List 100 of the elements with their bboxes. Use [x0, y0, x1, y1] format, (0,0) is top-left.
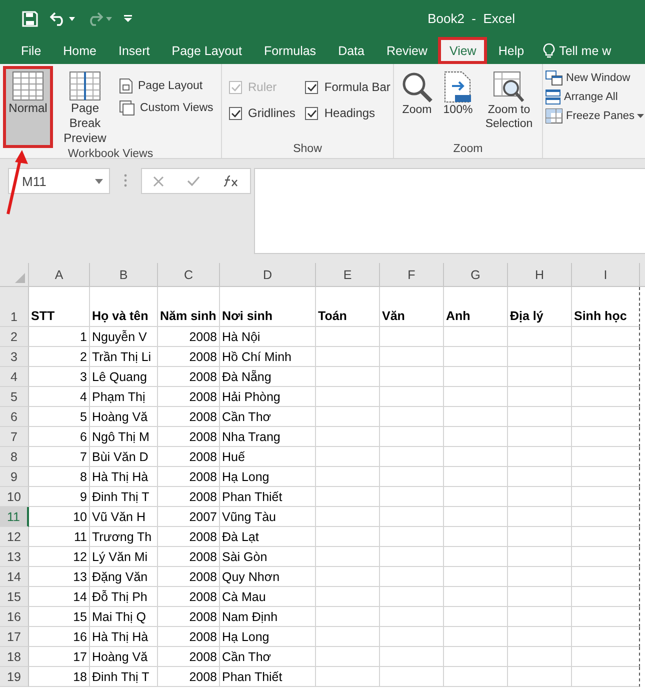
table-cell[interactable] [572, 487, 640, 507]
ribbon-button[interactable]: Page Break Preview [55, 66, 115, 148]
row-header[interactable]: 6 [0, 407, 29, 427]
table-cell[interactable]: Lê Quang [90, 367, 158, 387]
table-cell[interactable]: 2008 [158, 647, 220, 667]
table-cell[interactable]: Hải Phòng [220, 387, 316, 407]
table-cell[interactable]: 2008 [158, 587, 220, 607]
ribbon-tab[interactable]: Data [327, 37, 376, 64]
row-header[interactable]: 17 [0, 627, 29, 647]
table-cell[interactable]: 2008 [158, 627, 220, 647]
table-cell[interactable]: 2008 [158, 467, 220, 487]
row-header[interactable]: 12 [0, 527, 29, 547]
table-cell[interactable]: Hà Thị Hà [90, 467, 158, 487]
table-cell[interactable]: 15 [29, 607, 90, 627]
row-header[interactable]: 15 [0, 587, 29, 607]
ribbon-button[interactable]: Arrange All [545, 89, 644, 105]
ribbon-button[interactable]: Normal [3, 66, 53, 148]
row-header[interactable]: 2 [0, 327, 29, 347]
caret-icon[interactable] [95, 178, 103, 184]
table-cell[interactable]: Trần Thị Li [90, 347, 158, 367]
row-header[interactable]: 13 [0, 547, 29, 567]
column-header[interactable]: G [444, 263, 508, 286]
table-cell[interactable]: 11 [29, 527, 90, 547]
table-cell[interactable]: Hồ Chí Minh [220, 347, 316, 367]
ribbon-tab[interactable]: Home [52, 37, 108, 64]
cancel-icon[interactable] [153, 176, 164, 186]
column-header[interactable]: D [220, 263, 316, 286]
table-cell[interactable]: Đinh Thị T [90, 667, 158, 687]
table-cell[interactable]: 2008 [158, 447, 220, 467]
tell-me-field[interactable]: Tell me w [559, 44, 612, 58]
table-cell[interactable]: 18 [29, 667, 90, 687]
table-cell[interactable] [572, 547, 640, 567]
table-cell[interactable]: Cần Thơ [220, 647, 316, 667]
table-cell[interactable] [572, 587, 640, 607]
column-header[interactable]: C [158, 263, 220, 286]
row-header[interactable]: 3 [0, 347, 29, 367]
table-cell[interactable]: Bùi Văn D [90, 447, 158, 467]
table-cell[interactable] [572, 647, 640, 667]
table-cell[interactable] [572, 367, 640, 387]
row-header[interactable]: 11 [0, 507, 29, 527]
row-header[interactable]: 10 [0, 487, 29, 507]
table-cell[interactable]: STT [29, 287, 90, 327]
table-cell[interactable]: Hạ Long [220, 627, 316, 647]
table-cell[interactable]: Vũng Tàu [220, 507, 316, 527]
check-icon[interactable] [186, 176, 200, 186]
table-cell[interactable]: 2008 [158, 347, 220, 367]
table-cell[interactable]: Hạ Long [220, 467, 316, 487]
row-header[interactable]: 16 [0, 607, 29, 627]
table-cell[interactable] [572, 407, 640, 427]
row-header[interactable]: 8 [0, 447, 29, 467]
table-cell[interactable]: Quy Nhơn [220, 567, 316, 587]
table-cell[interactable]: 2007 [158, 507, 220, 527]
table-cell[interactable]: Trương Th [90, 527, 158, 547]
column-header[interactable]: I [572, 263, 640, 286]
table-cell[interactable]: Nguyễn V [90, 327, 158, 347]
ribbon-tab[interactable]: Formulas [252, 37, 328, 64]
caret-icon[interactable] [637, 114, 644, 118]
table-cell[interactable]: Huế [220, 447, 316, 467]
table-cell[interactable]: 14 [29, 587, 90, 607]
table-cell[interactable]: Lý Văn Mi [90, 547, 158, 567]
column-header[interactable]: B [90, 263, 158, 286]
table-cell[interactable] [572, 447, 640, 467]
checkbox[interactable]: Headings [305, 106, 390, 120]
table-cell[interactable]: Sài Gòn [220, 547, 316, 567]
table-cell[interactable]: 16 [29, 627, 90, 647]
table-cell[interactable]: Hoàng Vă [90, 407, 158, 427]
table-cell[interactable]: Đặng Văn [90, 567, 158, 587]
table-cell[interactable]: Năm sinh [158, 287, 220, 327]
table-cell[interactable]: 4 [29, 387, 90, 407]
table-cell[interactable] [572, 567, 640, 587]
table-cell[interactable] [572, 607, 640, 627]
table-cell[interactable]: 12 [29, 547, 90, 567]
checkbox[interactable]: Formula Bar [305, 80, 390, 94]
table-cell[interactable] [572, 347, 640, 367]
table-cell[interactable]: 2008 [158, 567, 220, 587]
table-cell[interactable]: 2008 [158, 547, 220, 567]
row-header[interactable]: 5 [0, 387, 29, 407]
table-cell[interactable]: Đinh Thị T [90, 487, 158, 507]
table-cell[interactable]: Nam Định [220, 607, 316, 627]
table-cell[interactable]: Đà Lạt [220, 527, 316, 547]
row-header[interactable]: 19 [0, 667, 29, 687]
table-cell[interactable] [572, 387, 640, 407]
ribbon-tab[interactable]: View [438, 37, 488, 64]
table-cell[interactable]: Anh [444, 287, 508, 327]
table-cell[interactable]: Toán [316, 287, 380, 327]
table-cell[interactable]: 3 [29, 367, 90, 387]
table-cell[interactable]: 9 [29, 487, 90, 507]
table-cell[interactable]: Mai Thị Q [90, 607, 158, 627]
ribbon-button[interactable]: Page Layout [117, 78, 216, 94]
table-cell[interactable]: Phan Thiết [220, 487, 316, 507]
column-header[interactable]: F [380, 263, 444, 286]
table-cell[interactable]: Nha Trang [220, 427, 316, 447]
table-cell[interactable]: 2008 [158, 427, 220, 447]
ribbon-tab[interactable]: Help [487, 37, 536, 64]
table-cell[interactable]: 10 [29, 507, 90, 527]
table-cell[interactable] [572, 667, 640, 687]
table-cell[interactable] [572, 527, 640, 547]
table-cell[interactable]: Ngô Thị M [90, 427, 158, 447]
table-cell[interactable]: 2008 [158, 367, 220, 387]
ribbon-button[interactable]: Freeze Panes [545, 108, 644, 124]
